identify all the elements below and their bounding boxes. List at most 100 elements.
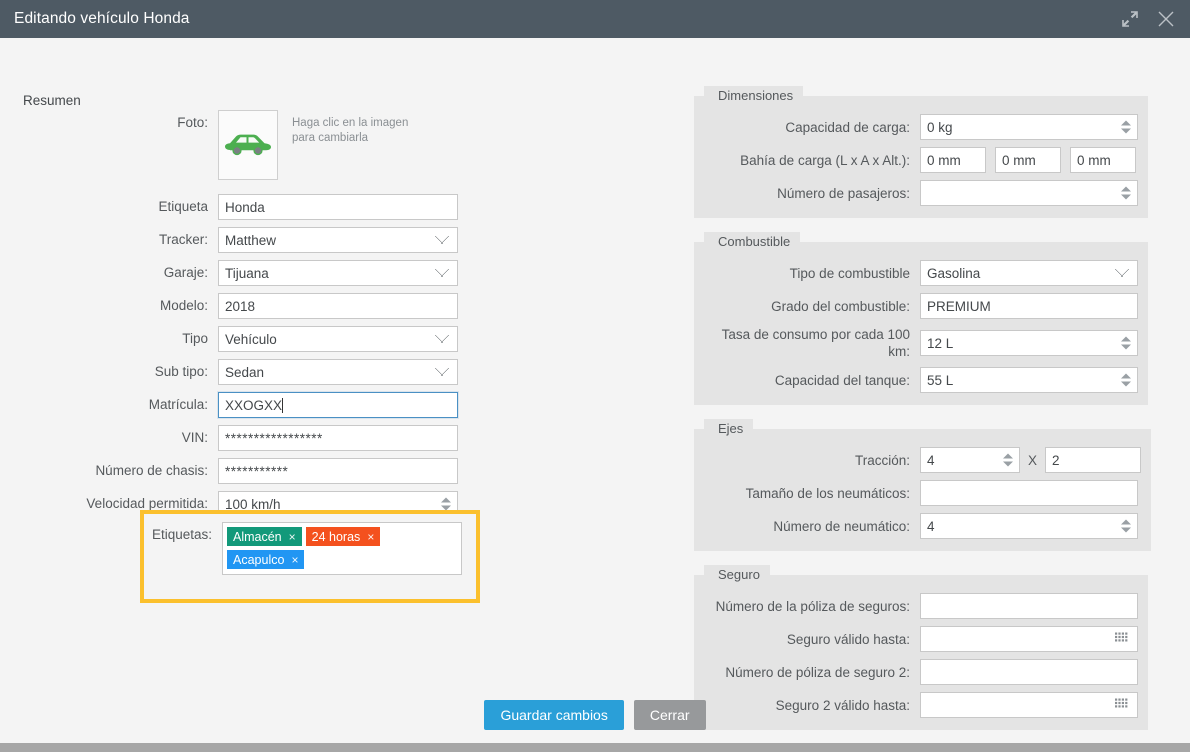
velocidad-spinner[interactable] [441,497,451,511]
field-vin: VIN: ***************** [0,425,500,451]
matricula-value: XXOGXX [225,397,283,413]
tag-remove-icon[interactable]: × [289,531,296,543]
grado-combustible-value: PREMIUM [927,298,991,314]
seguro-valido-input[interactable] [920,626,1138,652]
field-numero-poliza-2: Número de póliza de seguro 2: [704,659,1138,685]
traccion-second-input[interactable]: 2 [1045,447,1142,473]
calendar-picker-icon[interactable] [1115,632,1130,646]
numero-chasis-value: *********** [225,463,289,479]
capacidad-carga-value: 0 kg [927,119,953,135]
tag-label: Almacén [233,529,282,544]
traccion-label: Tracción: [854,452,910,468]
numero-pasajeros-spinner[interactable] [1121,186,1131,200]
numero-poliza-2-input[interactable] [920,659,1138,685]
restore-window-icon[interactable] [1120,9,1140,29]
field-tipo: Tipo Vehículo [0,326,500,352]
close-button[interactable]: Cerrar [633,700,706,730]
field-numero-pasajeros: Número de pasajeros: [704,180,1138,206]
traccion-second-value: 2 [1052,452,1060,468]
tasa-consumo-spinner[interactable] [1121,336,1131,350]
tag-remove-icon[interactable]: × [367,531,374,543]
field-sub-tipo: Sub tipo: Sedan [0,359,500,385]
grado-combustible-input[interactable]: PREMIUM [920,293,1138,319]
etiquetas-tag-input[interactable]: Almacén × 24 horas × Acapulco × [222,522,462,575]
garaje-select[interactable]: Tijuana [218,260,458,286]
field-tracker: Tracker: Matthew [0,227,500,253]
traccion-spinner[interactable] [1003,453,1013,467]
etiqueta-label: Etiqueta [158,199,208,214]
field-capacidad-tanque: Capacidad del tanque: 55 L [704,367,1138,393]
dimensiones-legend: Dimensiones [704,86,804,105]
capacidad-tanque-label: Capacidad del tanque: [774,372,910,388]
tasa-consumo-value: 12 L [927,335,954,351]
matricula-input[interactable]: XXOGXX [218,392,458,418]
capacidad-carga-spinner[interactable] [1121,120,1131,134]
seguro-valido-label: Seguro válido hasta: [786,631,910,647]
seguro-legend: Seguro [704,565,770,584]
modelo-input[interactable] [218,293,458,319]
numero-pasajeros-label: Número de pasajeros: [777,185,910,201]
tag-acapulco[interactable]: Acapulco × [227,550,305,569]
dialog-title: Editando vehículo Honda [14,10,190,27]
sub-tipo-select[interactable]: Sedan [218,359,458,385]
numero-neumatico-label: Número de neumático: [773,518,910,534]
tag-remove-icon[interactable]: × [291,554,298,566]
capacidad-tanque-input[interactable]: 55 L [920,367,1138,393]
matricula-label: Matrícula: [148,397,208,412]
bahia-largo-value: 0 mm [927,152,961,168]
bahia-alto-value: 0 mm [1077,152,1111,168]
vehicle-details-panels: Dimensiones Capacidad de carga: 0 kg Bah… [694,86,1152,744]
field-traccion: Tracción: 4 X 2 [704,447,1142,473]
field-tamano-neumaticos: Tamaño de los neumáticos: [704,480,1141,506]
tag-label: 24 horas [311,529,361,544]
numero-neumatico-spinner[interactable] [1121,519,1131,533]
dialog-body: Resumen Foto: Haga clic en la imagen par… [0,38,1190,752]
capacidad-tanque-spinner[interactable] [1121,373,1131,387]
combustible-legend: Combustible [704,232,801,251]
tipo-select[interactable]: Vehículo [218,326,458,352]
numero-poliza-2-label: Número de póliza de seguro 2: [725,664,910,680]
bahia-ancho-value: 0 mm [1002,152,1036,168]
field-grado-combustible: Grado del combustible: PREMIUM [704,293,1138,319]
vehicle-photo-thumbnail[interactable] [218,110,278,180]
field-bahia-carga: Bahía de carga (L x A x Alt.): 0 mm 0 mm… [704,147,1138,173]
tracker-select[interactable]: Matthew [218,227,458,253]
bahia-carga-largo-input[interactable]: 0 mm [920,147,986,173]
bottom-bar [0,743,1190,752]
numero-chasis-input[interactable]: *********** [218,458,458,484]
bahia-carga-label: Bahía de carga (L x A x Alt.): [740,152,910,168]
capacidad-tanque-value: 55 L [927,372,954,388]
capacidad-carga-input[interactable]: 0 kg [920,114,1138,140]
tamano-neumaticos-input[interactable] [920,480,1138,506]
capacidad-carga-label: Capacidad de carga: [785,119,910,135]
field-foto: Foto: Haga clic en la imagen para cambia… [0,110,500,180]
summary-form: Foto: Haga clic en la imagen para cambia… [0,110,500,524]
tipo-combustible-select[interactable]: Gasolina [920,260,1138,286]
numero-pasajeros-input[interactable] [920,180,1138,206]
tipo-label: Tipo [182,331,208,346]
numero-neumatico-value: 4 [927,518,935,534]
traccion-input[interactable]: 4 [920,447,1020,473]
bahia-carga-alto-input[interactable]: 0 mm [1070,147,1136,173]
etiqueta-input[interactable] [218,194,458,220]
tasa-consumo-input[interactable]: 12 L [920,330,1138,356]
numero-neumatico-input[interactable]: 4 [920,513,1138,539]
tipo-combustible-label: Tipo de combustible [789,265,910,281]
field-garaje: Garaje: Tijuana [0,260,500,286]
vin-input[interactable]: ***************** [218,425,458,451]
save-button[interactable]: Guardar cambios [484,700,624,730]
close-icon[interactable] [1156,9,1176,29]
tag-24-horas[interactable]: 24 horas × [305,527,381,546]
field-etiquetas: Etiquetas: Almacén × 24 horas × Acapulco… [144,514,476,575]
summary-section-title: Resumen [23,93,81,108]
tracker-label: Tracker: [158,232,208,247]
numero-poliza-input[interactable] [920,593,1138,619]
traccion-value: 4 [927,452,935,468]
tag-almacen[interactable]: Almacén × [227,527,302,546]
panel-combustible: Combustible Tipo de combustible Gasolina… [694,232,1148,405]
tamano-neumaticos-label: Tamaño de los neumáticos: [745,485,910,501]
bahia-carga-ancho-input[interactable]: 0 mm [995,147,1061,173]
panel-ejes: Ejes Tracción: 4 X 2 Tamaño de los neumá… [694,419,1152,551]
field-tasa-consumo: Tasa de consumo por cada 100 km: 12 L [704,326,1138,360]
panel-dimensiones: Dimensiones Capacidad de carga: 0 kg Bah… [694,86,1148,218]
